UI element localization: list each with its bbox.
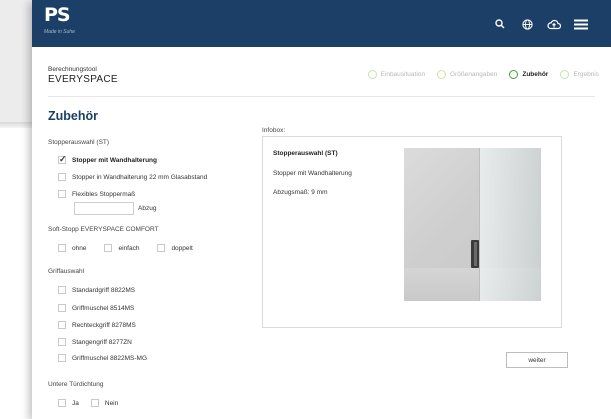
griff-option-griffmuschel-8514[interactable]: Griffmuschel 8514MS xyxy=(58,304,134,312)
divider xyxy=(48,96,595,97)
checkbox[interactable] xyxy=(58,286,66,294)
header-bar: PS Made in Suhe xyxy=(32,0,611,47)
step-ring-icon xyxy=(437,70,446,79)
option-label: Standardgriff 8822MS xyxy=(72,286,136,294)
abzug-label: Abzug xyxy=(138,205,157,212)
menu-icon[interactable] xyxy=(573,16,589,32)
option-label: doppelt xyxy=(171,244,193,252)
checkbox[interactable] xyxy=(58,338,66,346)
cloud-upload-icon[interactable] xyxy=(546,16,562,32)
stopper-option-flexibel[interactable]: Flexibles Stoppermaß xyxy=(58,190,135,198)
globe-icon[interactable] xyxy=(519,16,535,32)
tool-heading: Berechnungstool EVERYSPACE xyxy=(48,66,118,85)
stopper-heading: Stopperauswahl (ST) xyxy=(48,139,110,146)
infobox-label: Infobox: xyxy=(262,127,286,134)
option-label: Stopper mit Wandhalterung xyxy=(72,156,157,164)
stopper-option-22mm[interactable]: Stopper in Wandhalterung 22 mm Glasabsta… xyxy=(58,173,207,181)
stopper-option-wandhalterung[interactable]: Stopper mit Wandhalterung xyxy=(58,154,157,165)
logo-mark: PS xyxy=(44,4,71,26)
dichtung-options: Ja Nein xyxy=(58,399,118,407)
step-label: Größenangaben xyxy=(450,71,498,78)
step-label: Einbausituation xyxy=(380,71,425,78)
dichtung-option-ja[interactable]: Ja xyxy=(58,399,79,407)
softstopp-heading: Soft-Stopp EVERYSPACE COMFORT xyxy=(48,226,159,233)
option-label: einfach xyxy=(118,244,140,252)
photo-glass-pane xyxy=(479,148,541,301)
softstopp-option-doppelt[interactable]: doppelt xyxy=(157,244,193,252)
step-label: Zubehör xyxy=(522,71,549,78)
infobox-title: Stopperauswahl (ST) xyxy=(273,150,338,157)
next-button[interactable]: weiter xyxy=(506,352,568,368)
abzug-row: Abzug xyxy=(74,202,156,215)
checkbox[interactable] xyxy=(90,399,99,407)
logo[interactable]: PS Made in Suhe xyxy=(44,6,90,40)
griff-heading: Griffauswahl xyxy=(48,268,85,275)
step-zubehoer[interactable]: Zubehör xyxy=(509,70,548,79)
tool-name: EVERYSPACE xyxy=(48,74,118,85)
step-ring-icon xyxy=(560,70,570,79)
option-label: ohne xyxy=(72,244,87,252)
step-ring-icon xyxy=(509,70,519,79)
griff-option-griffmuschel-mg[interactable]: Griffmuschel 8822MS-MG xyxy=(58,354,147,362)
search-icon[interactable] xyxy=(492,16,508,32)
step-ring-icon xyxy=(367,70,377,79)
checkbox[interactable] xyxy=(104,244,113,252)
option-label: Rechteckgriff 8278MS xyxy=(72,321,136,329)
infobox-description: Stopper mit Wandhalterung xyxy=(273,170,352,177)
checkbox[interactable] xyxy=(58,321,66,329)
infobox-abzugsmass: Abzugsmaß: 9 mm xyxy=(273,189,328,196)
infobox: Stopperauswahl (ST) Stopper mit Wandhalt… xyxy=(262,136,562,328)
dichtung-option-nein[interactable]: Nein xyxy=(90,399,119,407)
griff-option-stangengriff[interactable]: Stangengriff 8277ZN xyxy=(58,338,132,346)
step-indicator: Einbausituation Größenangaben Zubehör Er… xyxy=(367,70,599,79)
dichtung-heading: Untere Türdichtung xyxy=(48,381,104,388)
checkbox[interactable] xyxy=(58,190,66,198)
option-label: Griffmuschel 8822MS-MG xyxy=(72,354,148,362)
griff-option-standardgriff[interactable]: Standardgriff 8822MS xyxy=(58,286,135,294)
option-label: Nein xyxy=(104,399,119,407)
softstopp-option-einfach[interactable]: einfach xyxy=(104,244,139,252)
abzug-input[interactable] xyxy=(74,202,134,215)
page-title: Zubehör xyxy=(48,109,98,123)
option-label: Stangengriff 8277ZN xyxy=(72,338,132,346)
logo-subtitle: Made in Suhe xyxy=(44,29,75,35)
option-label: Ja xyxy=(72,399,79,407)
checkbox[interactable] xyxy=(157,244,166,252)
checkbox[interactable] xyxy=(58,173,66,181)
step-einbausituation[interactable]: Einbausituation xyxy=(367,70,425,79)
step-groessenangaben[interactable]: Größenangaben xyxy=(437,70,497,79)
option-label: Flexibles Stoppermaß xyxy=(72,190,136,198)
header-icons xyxy=(492,16,589,32)
checkbox[interactable] xyxy=(58,354,66,362)
checkbox[interactable] xyxy=(58,154,67,165)
option-label: Griffmuschel 8514MS xyxy=(72,304,135,312)
app-window: PS Made in Suhe Berechnungstool EVERYSPA… xyxy=(32,0,611,419)
checkbox[interactable] xyxy=(58,304,66,312)
tool-label: Berechnungstool xyxy=(48,66,97,73)
griff-option-rechteckgriff[interactable]: Rechteckgriff 8278MS xyxy=(58,321,136,329)
checkbox[interactable] xyxy=(58,244,66,252)
step-ergebnis[interactable]: Ergebnis xyxy=(560,70,599,79)
softstopp-option-ohne[interactable]: ohne xyxy=(58,244,86,252)
step-label: Ergebnis xyxy=(573,71,599,78)
option-label: Stopper in Wandhalterung 22 mm Glasabsta… xyxy=(72,173,208,181)
photo-stopper-highlight xyxy=(474,242,477,266)
checkbox[interactable] xyxy=(58,399,66,407)
stopper-product-image xyxy=(404,148,541,301)
softstopp-options: ohne einfach doppelt xyxy=(58,244,193,252)
